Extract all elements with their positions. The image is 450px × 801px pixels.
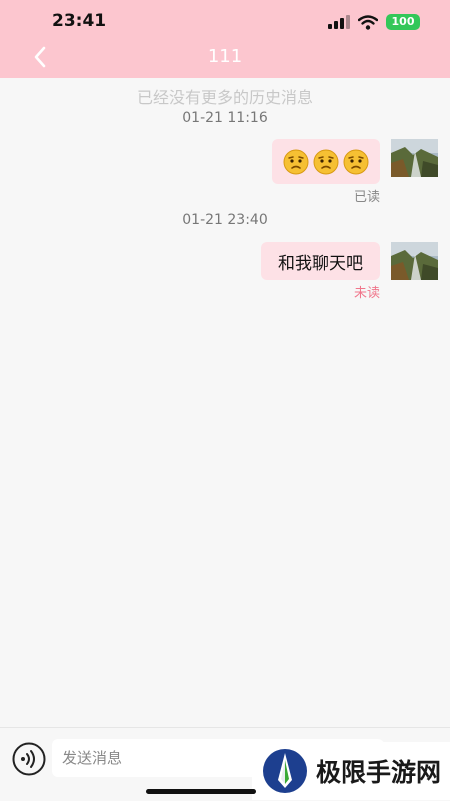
- watermark-text: 极限手游网: [316, 758, 442, 787]
- home-indicator: [146, 789, 256, 794]
- unread-receipt: 未读: [353, 286, 380, 301]
- message-timestamp: 01-21 11:16: [182, 110, 268, 126]
- message-text: 和我聊天吧: [278, 253, 363, 274]
- history-end-note: 已经没有更多的历史消息: [136, 88, 313, 107]
- message-bubble-emoji[interactable]: [272, 139, 380, 184]
- avatar-landscape-icon: [391, 242, 438, 280]
- cellular-signal-icon: [328, 15, 350, 29]
- site-watermark: 极限手游网: [252, 742, 450, 800]
- read-receipt: 已读: [353, 190, 380, 205]
- page-title: 111: [207, 46, 243, 67]
- confused-face-emoji-icon: [283, 149, 309, 174]
- message-timestamp: 01-21 23:40: [182, 212, 268, 228]
- avatar[interactable]: [391, 139, 438, 177]
- voice-input-button[interactable]: [12, 742, 46, 776]
- voice-icon: [12, 742, 46, 776]
- top-bar: 23:41 100 111: [0, 0, 450, 78]
- message-bubble-text[interactable]: 和我聊天吧: [261, 242, 380, 280]
- wifi-icon: [358, 14, 378, 30]
- avatar-landscape-icon: [391, 139, 438, 177]
- confused-face-emoji-icon: [313, 149, 339, 174]
- avatar[interactable]: [391, 242, 438, 280]
- battery-indicator: 100: [386, 14, 420, 30]
- status-icons: 100: [328, 12, 420, 32]
- confused-face-emoji-icon: [343, 149, 369, 174]
- status-time: 23:41: [52, 11, 107, 31]
- watermark-logo-icon: [263, 749, 307, 793]
